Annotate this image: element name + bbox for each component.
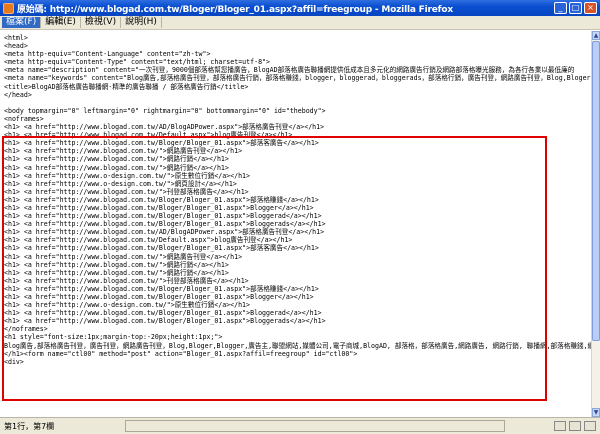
source-line: <h1> <a href="http://www.blogad.com.tw/"…	[4, 268, 229, 277]
source-line: <h1> <a href="http://www.o-design.com.tw…	[4, 171, 250, 180]
window-title: 原始碼: http://www.blogad.com.tw/Bloger/Blo…	[17, 4, 453, 15]
window-controls: _ □ ×	[554, 2, 597, 14]
source-line: <h1> <a href="http://www.blogad.com.tw/D…	[4, 131, 293, 140]
source-line: <h1 style="font-size:1px;margin-top:-20p…	[4, 333, 223, 342]
status-icons	[554, 421, 596, 431]
close-button[interactable]: ×	[584, 2, 597, 14]
source-line: <h1> <a href="http://www.blogad.com.tw/A…	[4, 123, 325, 132]
source-line: <h1> <a href="http://www.blogad.com.tw/"…	[4, 187, 249, 196]
source-line: <meta name="description" content="一次刊登，9…	[4, 66, 575, 75]
status-panel	[125, 420, 505, 432]
menu-help[interactable]: 說明(H)	[121, 17, 162, 28]
source-line: </h1><form name="ctl00" method="post" ac…	[4, 349, 358, 358]
cursor-position: 第1行，第7欄	[4, 421, 55, 431]
source-line: <body topmargin="0" leftmargin="0" right…	[4, 106, 326, 115]
source-line: <h1> <a href="http://www.blogad.com.tw/B…	[4, 220, 326, 229]
source-line: <head>	[4, 42, 28, 51]
source-line: <h1> <a href="http://www.blogad.com.tw/D…	[4, 236, 293, 245]
tray-icon	[569, 421, 581, 431]
source-line: <meta name="keywords" content="Blog廣告,部落…	[4, 74, 591, 83]
source-line: <h1> <a href="http://www.blogad.com.tw/B…	[4, 203, 314, 212]
source-line: <h1> <a href="http://www.o-design.com.tw…	[4, 301, 250, 310]
source-line: <h1> <a href="http://www.blogad.com.tw/"…	[4, 147, 243, 156]
menu-bar: 檔案(F) 編輯(E) 檢視(V) 說明(H)	[0, 16, 600, 30]
maximize-button[interactable]: □	[569, 2, 582, 14]
source-line: <h1> <a href="http://www.blogad.com.tw/"…	[4, 155, 229, 164]
source-line: <h1> <a href="http://www.blogad.com.tw/"…	[4, 276, 249, 285]
menu-view[interactable]: 檢視(V)	[81, 17, 122, 28]
title-bar: 原始碼: http://www.blogad.com.tw/Bloger/Blo…	[0, 0, 600, 16]
source-view[interactable]: <html> <head> <meta http-equiv="Content-La…	[0, 31, 591, 417]
source-line: </noframes>	[4, 325, 48, 334]
source-line: <meta http-equiv="Content-Type" content=…	[4, 58, 270, 67]
vertical-scrollbar[interactable]: ▲ ▼	[591, 31, 600, 417]
source-line: <h1> <a href="http://www.blogad.com.tw/B…	[4, 317, 326, 326]
source-line: <h1> <a href="http://www.blogad.com.tw/"…	[4, 163, 229, 172]
source-line: <h1> <a href="http://www.blogad.com.tw/B…	[4, 309, 322, 318]
source-line: <meta http-equiv="Content-Language" cont…	[4, 50, 211, 59]
source-line	[4, 99, 591, 107]
source-line: <h1> <a href="http://www.blogad.com.tw/B…	[4, 293, 314, 301]
source-line: <noframes>	[4, 114, 44, 123]
scroll-thumb[interactable]	[592, 41, 600, 341]
source-line: <h1> <a href="http://www.blogad.com.tw/"…	[4, 260, 229, 269]
source-line: <h1> <a href="http://www.o-design.com.tw…	[4, 179, 237, 188]
status-bar: 第1行，第7欄	[0, 417, 600, 434]
minimize-button[interactable]: _	[554, 2, 567, 14]
tray-icon	[554, 421, 566, 431]
source-line: <h1> <a href="http://www.blogad.com.tw/B…	[4, 244, 319, 253]
source-line: <h1> <a href="http://www.blogad.com.tw/B…	[4, 195, 319, 204]
tray-icon	[584, 421, 596, 431]
source-line: <h1> <a href="http://www.blogad.com.tw/B…	[4, 139, 319, 148]
firefox-icon	[3, 2, 14, 14]
source-line: <h1> <a href="http://www.blogad.com.tw/"…	[4, 252, 243, 261]
scroll-up-icon[interactable]: ▲	[592, 31, 600, 40]
source-line: <h1> <a href="http://www.blogad.com.tw/A…	[4, 228, 325, 237]
source-line: <title>BlogAD部落格廣告聯播網-精準的廣告聯播 / 部落格廣告行銷<…	[4, 82, 249, 91]
source-line: Blog廣告,部落格廣告刊登，廣告刊登，網路廣告刊登，Blog,Bloger,B…	[4, 341, 591, 350]
source-line: <div>	[4, 357, 24, 366]
source-line: </head>	[4, 90, 32, 99]
menu-edit[interactable]: 編輯(E)	[41, 17, 81, 28]
source-line: <h1> <a href="http://www.blogad.com.tw/B…	[4, 284, 319, 293]
source-line: <html>	[4, 34, 28, 42]
menu-file[interactable]: 檔案(F)	[2, 17, 42, 28]
source-line: <h1> <a href="http://www.blogad.com.tw/B…	[4, 212, 322, 221]
scroll-down-icon[interactable]: ▼	[592, 408, 600, 417]
